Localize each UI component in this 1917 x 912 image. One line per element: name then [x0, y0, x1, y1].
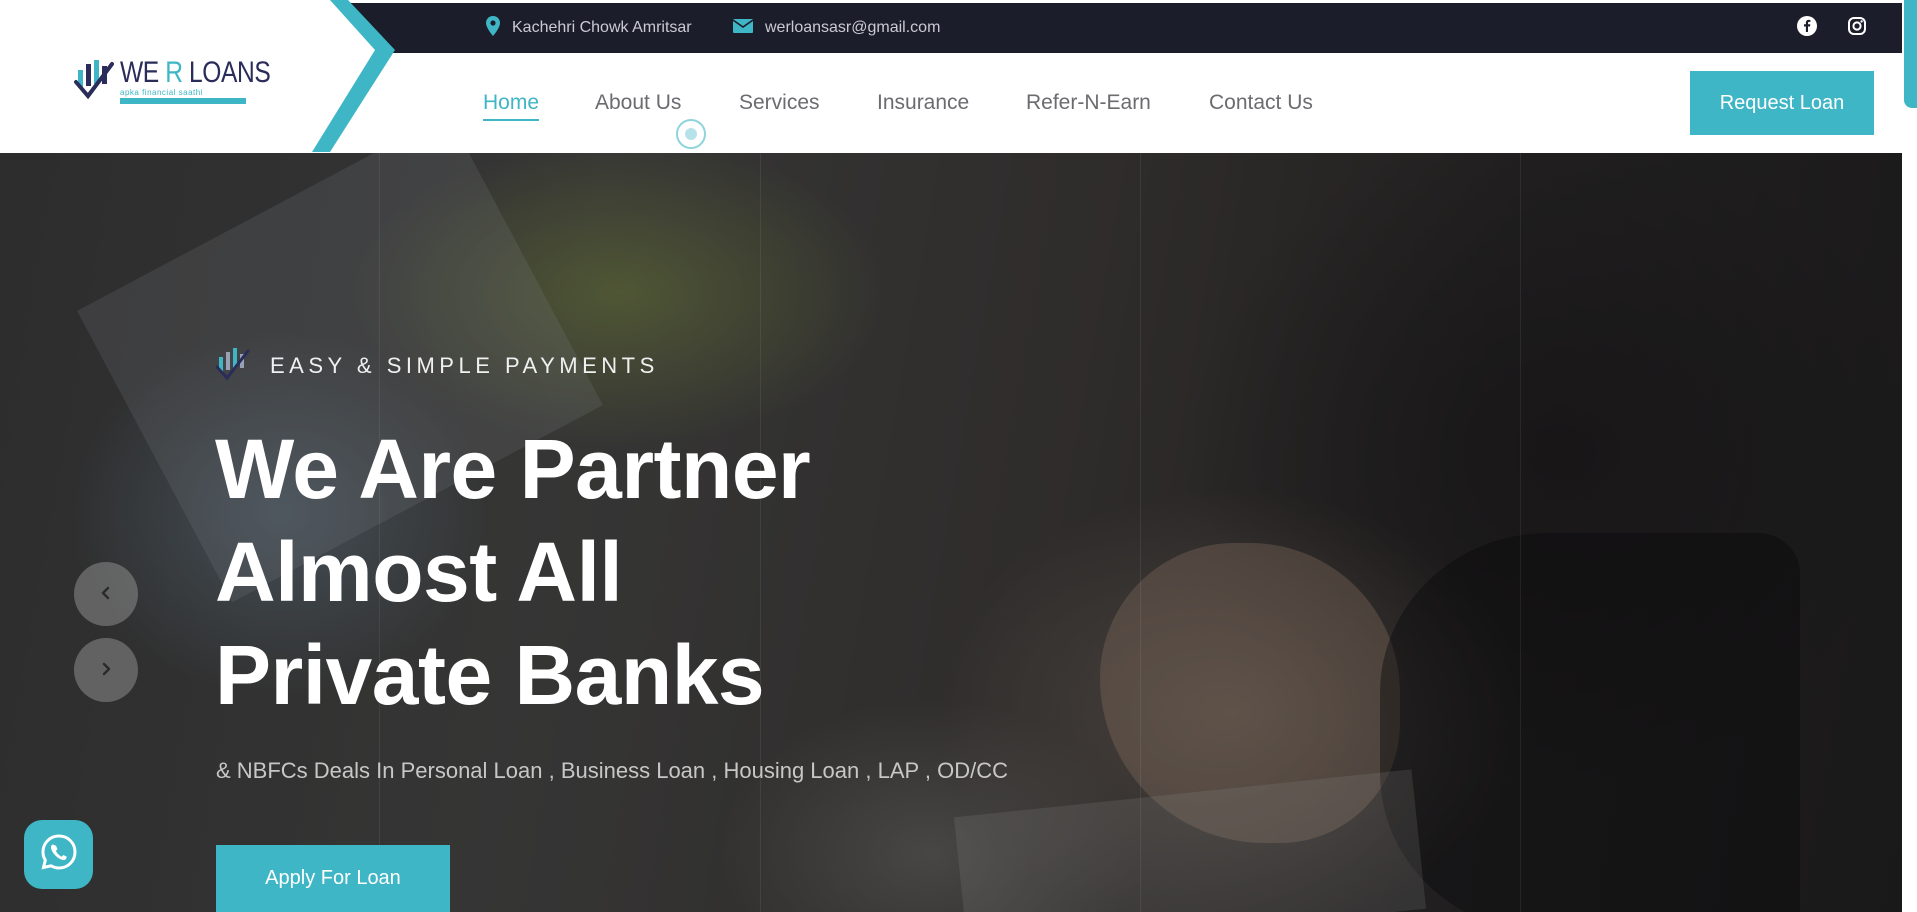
logo-tagline: apka financial saathi [120, 88, 246, 104]
brand-mark-icon [215, 345, 250, 386]
facebook-link[interactable] [1797, 3, 1817, 53]
slider-next-button[interactable] [74, 638, 138, 702]
cursor-indicator [676, 119, 706, 149]
logo-wordmark: WE R LOANS [120, 55, 271, 89]
map-pin-icon [486, 15, 500, 41]
chevron-left-icon [99, 586, 113, 603]
headline-line-1: We Are Partner [215, 422, 811, 516]
logo-text: WE R LOANS apka financial saathi [120, 55, 303, 104]
active-nav-underline [483, 119, 539, 121]
chevron-right-icon [99, 662, 113, 679]
grid-line [1520, 153, 1521, 912]
scrollbar-thumb[interactable] [1904, 0, 1917, 108]
nav-contact-us[interactable]: Contact Us [1209, 53, 1313, 153]
email-text: werloansasr@gmail.com [765, 19, 941, 36]
email-info[interactable]: werloansasr@gmail.com [732, 3, 941, 53]
nav-home[interactable]: Home [483, 53, 539, 153]
nav-services[interactable]: Services [739, 53, 820, 153]
logo-mark-icon [74, 56, 114, 105]
whatsapp-chat-button[interactable] [24, 820, 93, 889]
hero-subline: & NBFCs Deals In Personal Loan , Busines… [216, 758, 1008, 783]
nav-about-us[interactable]: About Us [595, 53, 681, 153]
location-text: Kachehri Chowk Amritsar [512, 19, 692, 36]
request-loan-button[interactable]: Request Loan [1690, 71, 1874, 135]
nav-refer-n-earn[interactable]: Refer-N-Earn [1026, 53, 1151, 153]
eyebrow-text: EASY & SIMPLE PAYMENTS [270, 352, 659, 378]
hero-eyebrow: EASY & SIMPLE PAYMENTS [215, 345, 659, 386]
location-info: Kachehri Chowk Amritsar [486, 3, 692, 53]
envelope-icon [732, 18, 754, 38]
headline-line-2: Almost All [215, 525, 623, 619]
page-scrollbar[interactable] [1902, 0, 1917, 912]
nav-insurance[interactable]: Insurance [877, 53, 969, 153]
grid-line [1140, 153, 1141, 912]
instagram-icon [1847, 16, 1867, 41]
apply-for-loan-button[interactable]: Apply For Loan [216, 845, 450, 912]
instagram-link[interactable] [1847, 3, 1867, 53]
hero-headline: We Are Partner Almost All Private Banks [215, 418, 975, 727]
headline-line-3: Private Banks [215, 628, 765, 722]
whatsapp-icon [39, 832, 79, 877]
facebook-icon [1797, 15, 1817, 41]
site-logo[interactable]: WE R LOANS apka financial saathi [74, 56, 303, 105]
slider-prev-button[interactable] [74, 562, 138, 626]
